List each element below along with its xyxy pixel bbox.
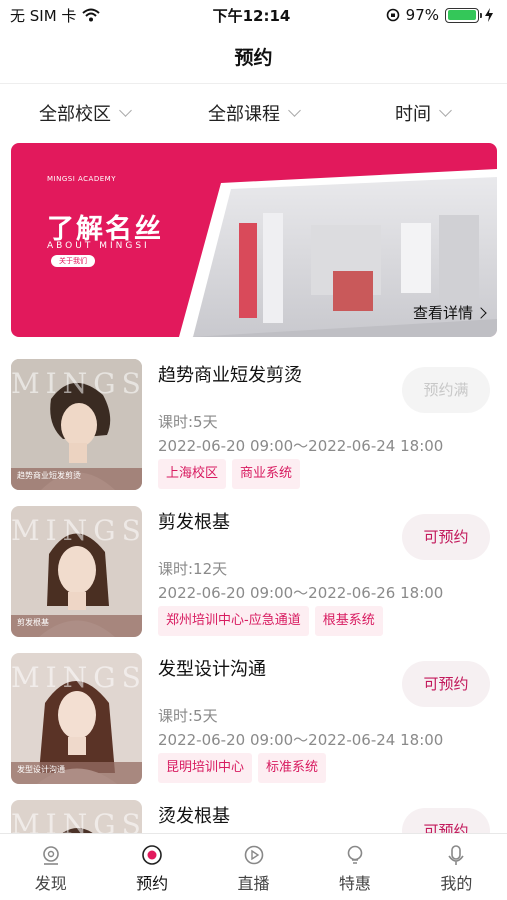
course-title: 趋势商业短发剪烫 <box>158 365 302 386</box>
course-title: 剪发根基 <box>158 512 230 533</box>
charging-icon <box>485 8 493 22</box>
page-title: 预约 <box>234 47 273 69</box>
live-icon <box>244 845 263 865</box>
tab-discover-label: 发现 <box>34 874 67 893</box>
course-thumbnail: MINGSI 趋势商业短发剪烫 <box>11 359 142 490</box>
promo-banner[interactable]: MINGSI ACADEMY 了解名丝 ABOUT MINGSI 关于我们 查看… <box>11 143 497 337</box>
orientation-lock-icon <box>386 8 399 22</box>
filter-course-label: 全部课程 <box>208 104 280 125</box>
tab-deals-label: 特惠 <box>338 874 371 893</box>
status-left: 无 SIM 卡 <box>10 5 180 26</box>
view-details-link[interactable]: 查看详情 <box>412 302 487 323</box>
chevron-down-icon <box>439 104 452 117</box>
banner-subtitle: ABOUT MINGSI <box>47 241 150 251</box>
course-thumbnail: MINGSI 发型设计沟通 <box>11 653 142 784</box>
tag-campus: 郑州培训中心-应急通道 <box>158 606 309 636</box>
filter-bar: 全部校区 全部课程 时间 <box>0 86 507 140</box>
status-time: 下午12:14 <box>212 6 291 25</box>
status-bar: 无 SIM 卡 下午12:14 97% <box>0 0 507 30</box>
view-details-label: 查看详情 <box>412 304 473 322</box>
thumbnail-watermark: MINGSI <box>11 661 142 694</box>
thumbnail-caption: 发型设计沟通 <box>11 762 142 784</box>
course-card[interactable]: MINGSI 趋势商业短发剪烫 趋势商业短发剪烫 预约满 课时:5天 2022-… <box>0 359 507 504</box>
about-us-button[interactable]: 关于我们 <box>51 255 95 267</box>
tag-system: 商业系统 <box>232 459 301 489</box>
battery-percent: 97% <box>405 6 439 24</box>
battery-tip <box>480 12 482 18</box>
course-title: 发型设计沟通 <box>158 659 266 680</box>
thumbnail-watermark: MINGSI <box>11 367 142 400</box>
filter-course[interactable]: 全部课程 <box>169 100 338 126</box>
tag-system: 标准系统 <box>258 753 327 783</box>
tag-system: 根基系统 <box>314 606 383 636</box>
tab-live[interactable]: 直播 <box>203 834 304 900</box>
tag-campus: 上海校区 <box>158 459 227 489</box>
tab-bar: 发现 预约 直播 特惠 我的 <box>0 833 507 900</box>
course-thumbnail: MINGSI 剪发根基 <box>11 506 142 637</box>
thumbnail-caption-text: 剪发根基 <box>17 618 49 627</box>
tab-discover[interactable]: 发现 <box>0 834 101 900</box>
course-time: 2022-06-20 09:00～2022-06-24 18:00 <box>158 731 444 749</box>
filter-campus[interactable]: 全部校区 <box>0 100 169 126</box>
tag-campus: 昆明培训中心 <box>158 753 253 783</box>
booking-icon <box>142 845 162 865</box>
carrier-label: 无 SIM 卡 <box>10 6 77 25</box>
book-button[interactable]: 可预约 <box>402 661 490 707</box>
wifi-icon <box>82 8 101 22</box>
filter-campus-label: 全部校区 <box>39 104 111 125</box>
course-title: 烫发根基 <box>158 806 230 827</box>
nav-bar: 预约 <box>0 30 507 84</box>
course-hours: 课时:12天 <box>158 560 228 578</box>
tab-deals[interactable]: 特惠 <box>304 834 405 900</box>
course-tags: 上海校区 商业系统 <box>158 459 301 489</box>
book-button[interactable]: 可预约 <box>402 514 490 560</box>
course-time: 2022-06-20 09:00～2022-06-24 18:00 <box>158 437 444 455</box>
tab-booking[interactable]: 预约 <box>101 834 202 900</box>
battery-fill <box>447 10 476 20</box>
chevron-right-icon <box>475 306 487 319</box>
profile-icon <box>448 845 464 865</box>
status-right: 97% <box>323 6 493 24</box>
course-tags: 郑州培训中心-应急通道 根基系统 <box>158 606 383 636</box>
filter-time-label: 时间 <box>395 104 431 125</box>
course-time: 2022-06-20 09:00～2022-06-26 18:00 <box>158 584 444 602</box>
tab-profile-label: 我的 <box>440 874 473 893</box>
booking-full-button[interactable]: 预约满 <box>402 367 490 413</box>
course-tags: 昆明培训中心 标准系统 <box>158 753 327 783</box>
discover-icon <box>42 846 59 865</box>
chevron-down-icon <box>119 104 132 117</box>
course-card[interactable]: MINGSI 发型设计沟通 发型设计沟通 可预约 课时:5天 2022-06-2… <box>0 653 507 798</box>
thumbnail-watermark: MINGSI <box>11 514 142 547</box>
course-hours: 课时:5天 <box>158 413 218 431</box>
battery-icon <box>445 7 482 23</box>
thumbnail-caption-text: 发型设计沟通 <box>17 765 65 774</box>
course-hours: 课时:5天 <box>158 707 218 725</box>
course-card[interactable]: MINGSI 剪发根基 剪发根基 可预约 课时:12天 2022-06-20 0… <box>0 506 507 651</box>
thumbnail-caption-text: 趋势商业短发剪烫 <box>17 471 81 480</box>
chevron-down-icon <box>288 104 301 117</box>
thumbnail-caption: 剪发根基 <box>11 615 142 637</box>
filter-time[interactable]: 时间 <box>338 100 507 126</box>
tab-live-label: 直播 <box>237 874 270 893</box>
banner-academy: MINGSI ACADEMY <box>47 175 116 183</box>
thumbnail-caption: 趋势商业短发剪烫 <box>11 468 142 490</box>
deals-icon <box>347 845 363 864</box>
tab-booking-label: 预约 <box>136 874 169 893</box>
tab-profile[interactable]: 我的 <box>406 834 507 900</box>
